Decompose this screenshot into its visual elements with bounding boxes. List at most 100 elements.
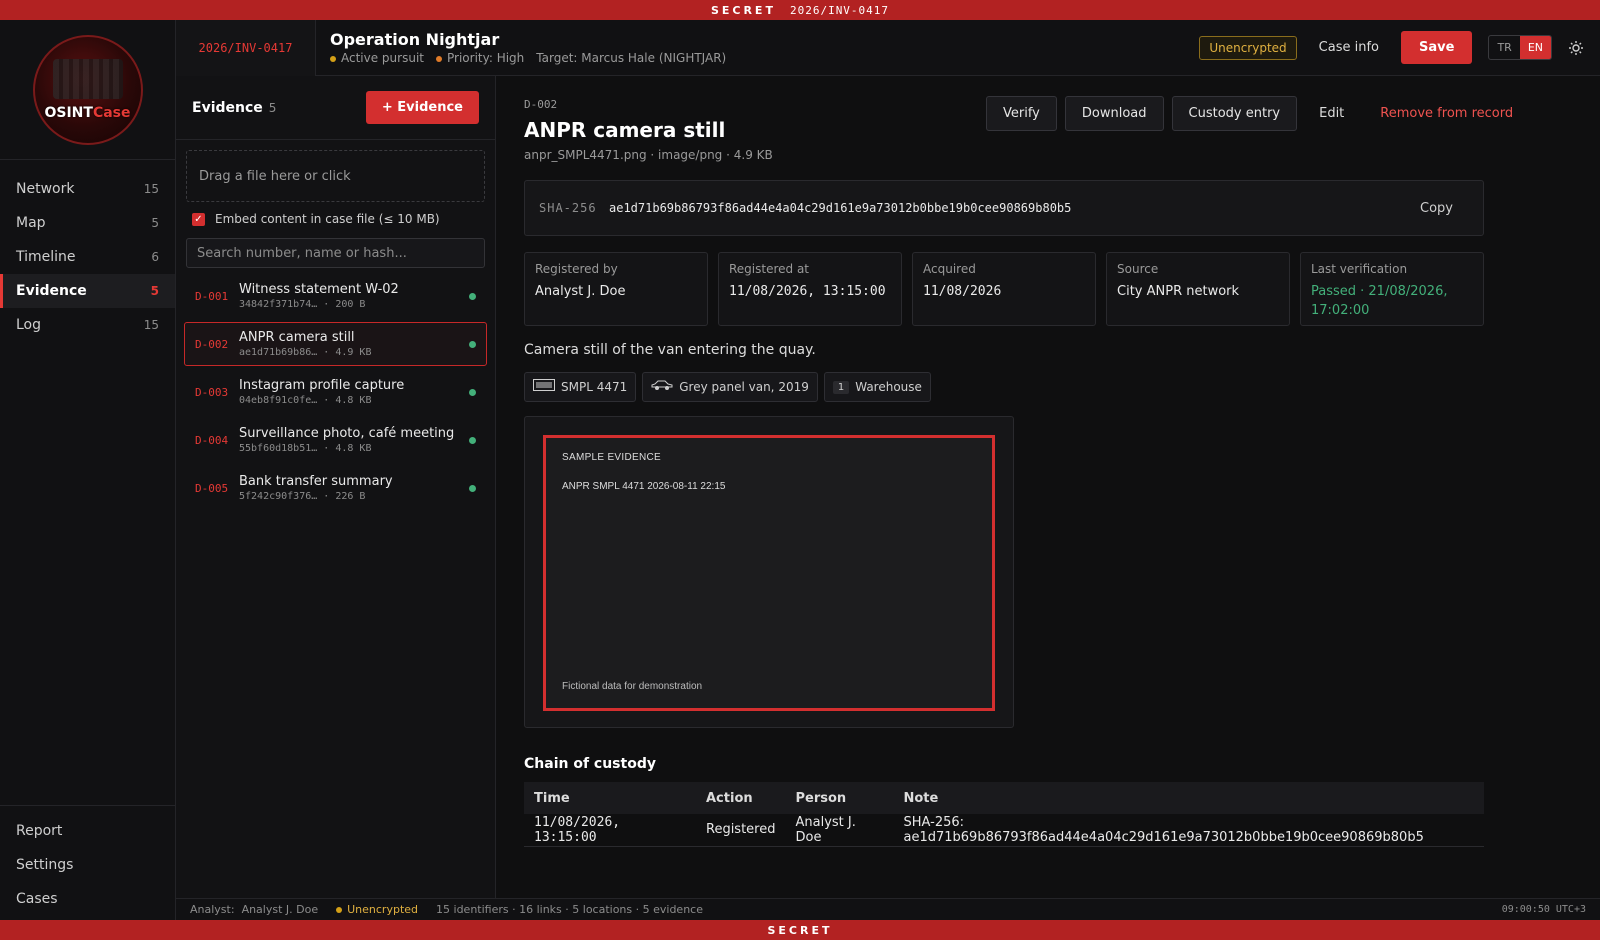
chip-vehicle[interactable]: Grey panel van, 2019 bbox=[642, 372, 818, 402]
evidence-list-panel: Evidence 5 + Evidence Drag a file here or… bbox=[176, 76, 496, 898]
sidebar-item-evidence[interactable]: Evidence 5 bbox=[0, 274, 175, 308]
col-action: Action bbox=[696, 782, 786, 814]
list-item[interactable]: D-002 ANPR camera still ae1d71b69b86… · … bbox=[184, 322, 487, 366]
remove-button[interactable]: Remove from record bbox=[1366, 97, 1527, 130]
verified-dot-icon bbox=[469, 484, 476, 492]
case-info-button[interactable]: Case info bbox=[1307, 34, 1391, 61]
lang-tr-button[interactable]: TR bbox=[1489, 36, 1519, 59]
evidence-search-input[interactable]: Search number, name or hash... bbox=[186, 238, 485, 268]
logo-area: OSINTCase bbox=[0, 20, 175, 160]
sidebar-item-log[interactable]: Log 15 bbox=[0, 308, 175, 342]
status-bar: Analyst: Analyst J. Doe Unencrypted 15 i… bbox=[176, 898, 1600, 920]
case-priority: Priority: High bbox=[436, 51, 524, 65]
metadata-grid: Registered by Analyst J. Doe Registered a… bbox=[524, 252, 1484, 326]
sidebar-item-count: 15 bbox=[143, 182, 159, 196]
status-analyst: Analyst: Analyst J. Doe bbox=[190, 903, 319, 916]
status-summary: 15 identifiers · 16 links · 5 locations … bbox=[436, 903, 703, 916]
custody-entry-button[interactable]: Custody entry bbox=[1171, 96, 1298, 131]
list-item[interactable]: D-003 Instagram profile capture 04eb8f91… bbox=[184, 370, 487, 414]
evidence-sub: 04eb8f91c0fe… · 4.8 KB bbox=[239, 395, 372, 406]
preview-line-2: ANPR SMPL 4471 2026-08-11 22:15 bbox=[562, 481, 726, 492]
case-header: 2026/INV-0417 Operation Nightjar Active … bbox=[176, 19, 1600, 76]
copy-hash-button[interactable]: Copy bbox=[1404, 201, 1469, 216]
table-header-row: Time Action Person Note bbox=[524, 782, 1484, 814]
embed-checkbox[interactable]: ✓ bbox=[192, 212, 205, 226]
language-switch: TR EN bbox=[1488, 35, 1552, 60]
detail-file-info: anpr_SMPL4471.png · image/png · 4.9 KB bbox=[524, 148, 773, 162]
status-clock: 09:00:50 UTC+3 bbox=[1501, 904, 1586, 915]
header-actions: Unencrypted Case info Save TR EN bbox=[1199, 31, 1600, 64]
car-icon bbox=[651, 379, 673, 395]
evidence-preview: SAMPLE EVIDENCE ANPR SMPL 4471 2026-08-1… bbox=[524, 416, 1014, 728]
sidebar-item-label: Settings bbox=[16, 857, 74, 873]
evidence-id: D-001 bbox=[195, 289, 229, 303]
table-row: 11/08/2026, 13:15:00 Registered Analyst … bbox=[524, 814, 1484, 847]
meta-last-verification: Last verification Passed · 21/08/2026, 17… bbox=[1300, 252, 1484, 326]
logo-text: OSINTCase bbox=[44, 104, 131, 121]
save-button[interactable]: Save bbox=[1401, 31, 1473, 64]
evidence-list-header: Evidence 5 + Evidence bbox=[176, 76, 495, 140]
sun-icon[interactable] bbox=[1566, 38, 1586, 58]
sidebar-item-timeline[interactable]: Timeline 6 bbox=[0, 240, 175, 274]
evidence-name: Witness statement W-02 bbox=[239, 282, 399, 297]
sidebar-nav: Network 15 Map 5 Timeline 6 Evidence 5 Log 15 bbox=[0, 160, 175, 342]
sidebar-item-label: Log bbox=[16, 317, 42, 333]
sidebar-item-cases[interactable]: Cases bbox=[0, 882, 175, 916]
sidebar-item-report[interactable]: Report bbox=[0, 814, 175, 848]
list-item[interactable]: D-001 Witness statement W-02 34842f371b7… bbox=[184, 274, 487, 318]
linked-entities: SMPL 4471 Grey panel van, 2019 1 Warehou… bbox=[524, 372, 931, 402]
list-item[interactable]: D-005 Bank transfer summary 5f242c90f376… bbox=[184, 466, 487, 510]
sidebar-item-count: 5 bbox=[150, 284, 159, 298]
hash-label: SHA-256 bbox=[539, 201, 597, 215]
location-number: 1 bbox=[832, 380, 850, 394]
meta-source: Source City ANPR network bbox=[1106, 252, 1290, 326]
sidebar-item-label: Cases bbox=[16, 891, 58, 907]
classification-level: SECRET bbox=[710, 3, 776, 17]
embed-option: ✓ Embed content in case file (≤ 10 MB) bbox=[192, 212, 485, 226]
chip-plate[interactable]: SMPL 4471 bbox=[524, 372, 637, 402]
evidence-name: ANPR camera still bbox=[239, 330, 355, 345]
sidebar-bottom-nav: Report Settings Cases bbox=[0, 805, 175, 920]
meta-acquired: Acquired 11/08/2026 bbox=[912, 252, 1096, 326]
verified-dot-icon bbox=[469, 340, 476, 348]
sidebar-item-label: Report bbox=[16, 823, 63, 839]
evidence-list-title: Evidence 5 bbox=[192, 99, 277, 116]
download-button[interactable]: Download bbox=[1064, 96, 1164, 131]
app-logo[interactable]: OSINTCase bbox=[32, 34, 143, 145]
sidebar-item-map[interactable]: Map 5 bbox=[0, 206, 175, 240]
verified-dot-icon bbox=[469, 388, 476, 396]
sidebar-item-settings[interactable]: Settings bbox=[0, 848, 175, 882]
chip-location[interactable]: 1 Warehouse bbox=[823, 372, 931, 402]
cell-action: Registered bbox=[696, 814, 786, 847]
priority-dot-icon bbox=[436, 55, 442, 62]
sidebar-item-count: 6 bbox=[151, 250, 159, 264]
file-dropzone[interactable]: Drag a file here or click bbox=[186, 150, 485, 202]
hash-box: SHA-256 ae1d71b69b86793f86ad44e4a04c29d1… bbox=[524, 180, 1484, 236]
evidence-sub: 34842f371b74… · 200 B bbox=[239, 299, 366, 310]
classification-banner-top: SECRET 2026/INV-0417 bbox=[0, 0, 1600, 20]
encryption-badge[interactable]: Unencrypted bbox=[1199, 35, 1297, 60]
sidebar-item-network[interactable]: Network 15 bbox=[0, 172, 175, 206]
preview-line-1: SAMPLE EVIDENCE bbox=[562, 452, 661, 463]
status-encryption: Unencrypted bbox=[336, 903, 418, 916]
cell-time: 11/08/2026, 13:15:00 bbox=[524, 814, 696, 847]
meta-registered-by: Registered by Analyst J. Doe bbox=[524, 252, 708, 326]
case-meta: Active pursuit Priority: High Target: Ma… bbox=[330, 51, 1199, 65]
verify-button[interactable]: Verify bbox=[986, 96, 1057, 131]
encryption-dot-icon bbox=[336, 907, 343, 913]
sidebar: OSINTCase Network 15 Map 5 Timeline 6 Evide… bbox=[0, 20, 176, 920]
evidence-count: 5 bbox=[268, 100, 277, 115]
add-evidence-button[interactable]: + Evidence bbox=[365, 91, 479, 124]
edit-button[interactable]: Edit bbox=[1305, 97, 1358, 130]
case-title-block: Operation Nightjar Active pursuit Priori… bbox=[316, 30, 1199, 65]
sidebar-item-label: Timeline bbox=[16, 249, 76, 265]
detail-actions: Verify Download Custody entry Edit Remov… bbox=[986, 96, 1527, 131]
classification-level: SECRET bbox=[767, 923, 833, 937]
evidence-id: D-005 bbox=[195, 481, 229, 495]
lang-en-button[interactable]: EN bbox=[1519, 36, 1551, 59]
evidence-sub: 5f242c90f376… · 226 B bbox=[239, 491, 366, 502]
cell-person: Analyst J. Doe bbox=[785, 814, 894, 847]
list-item[interactable]: D-004 Surveillance photo, café meeting 5… bbox=[184, 418, 487, 462]
case-id: 2026/INV-0417 bbox=[176, 19, 316, 76]
case-status: Active pursuit bbox=[330, 51, 424, 65]
